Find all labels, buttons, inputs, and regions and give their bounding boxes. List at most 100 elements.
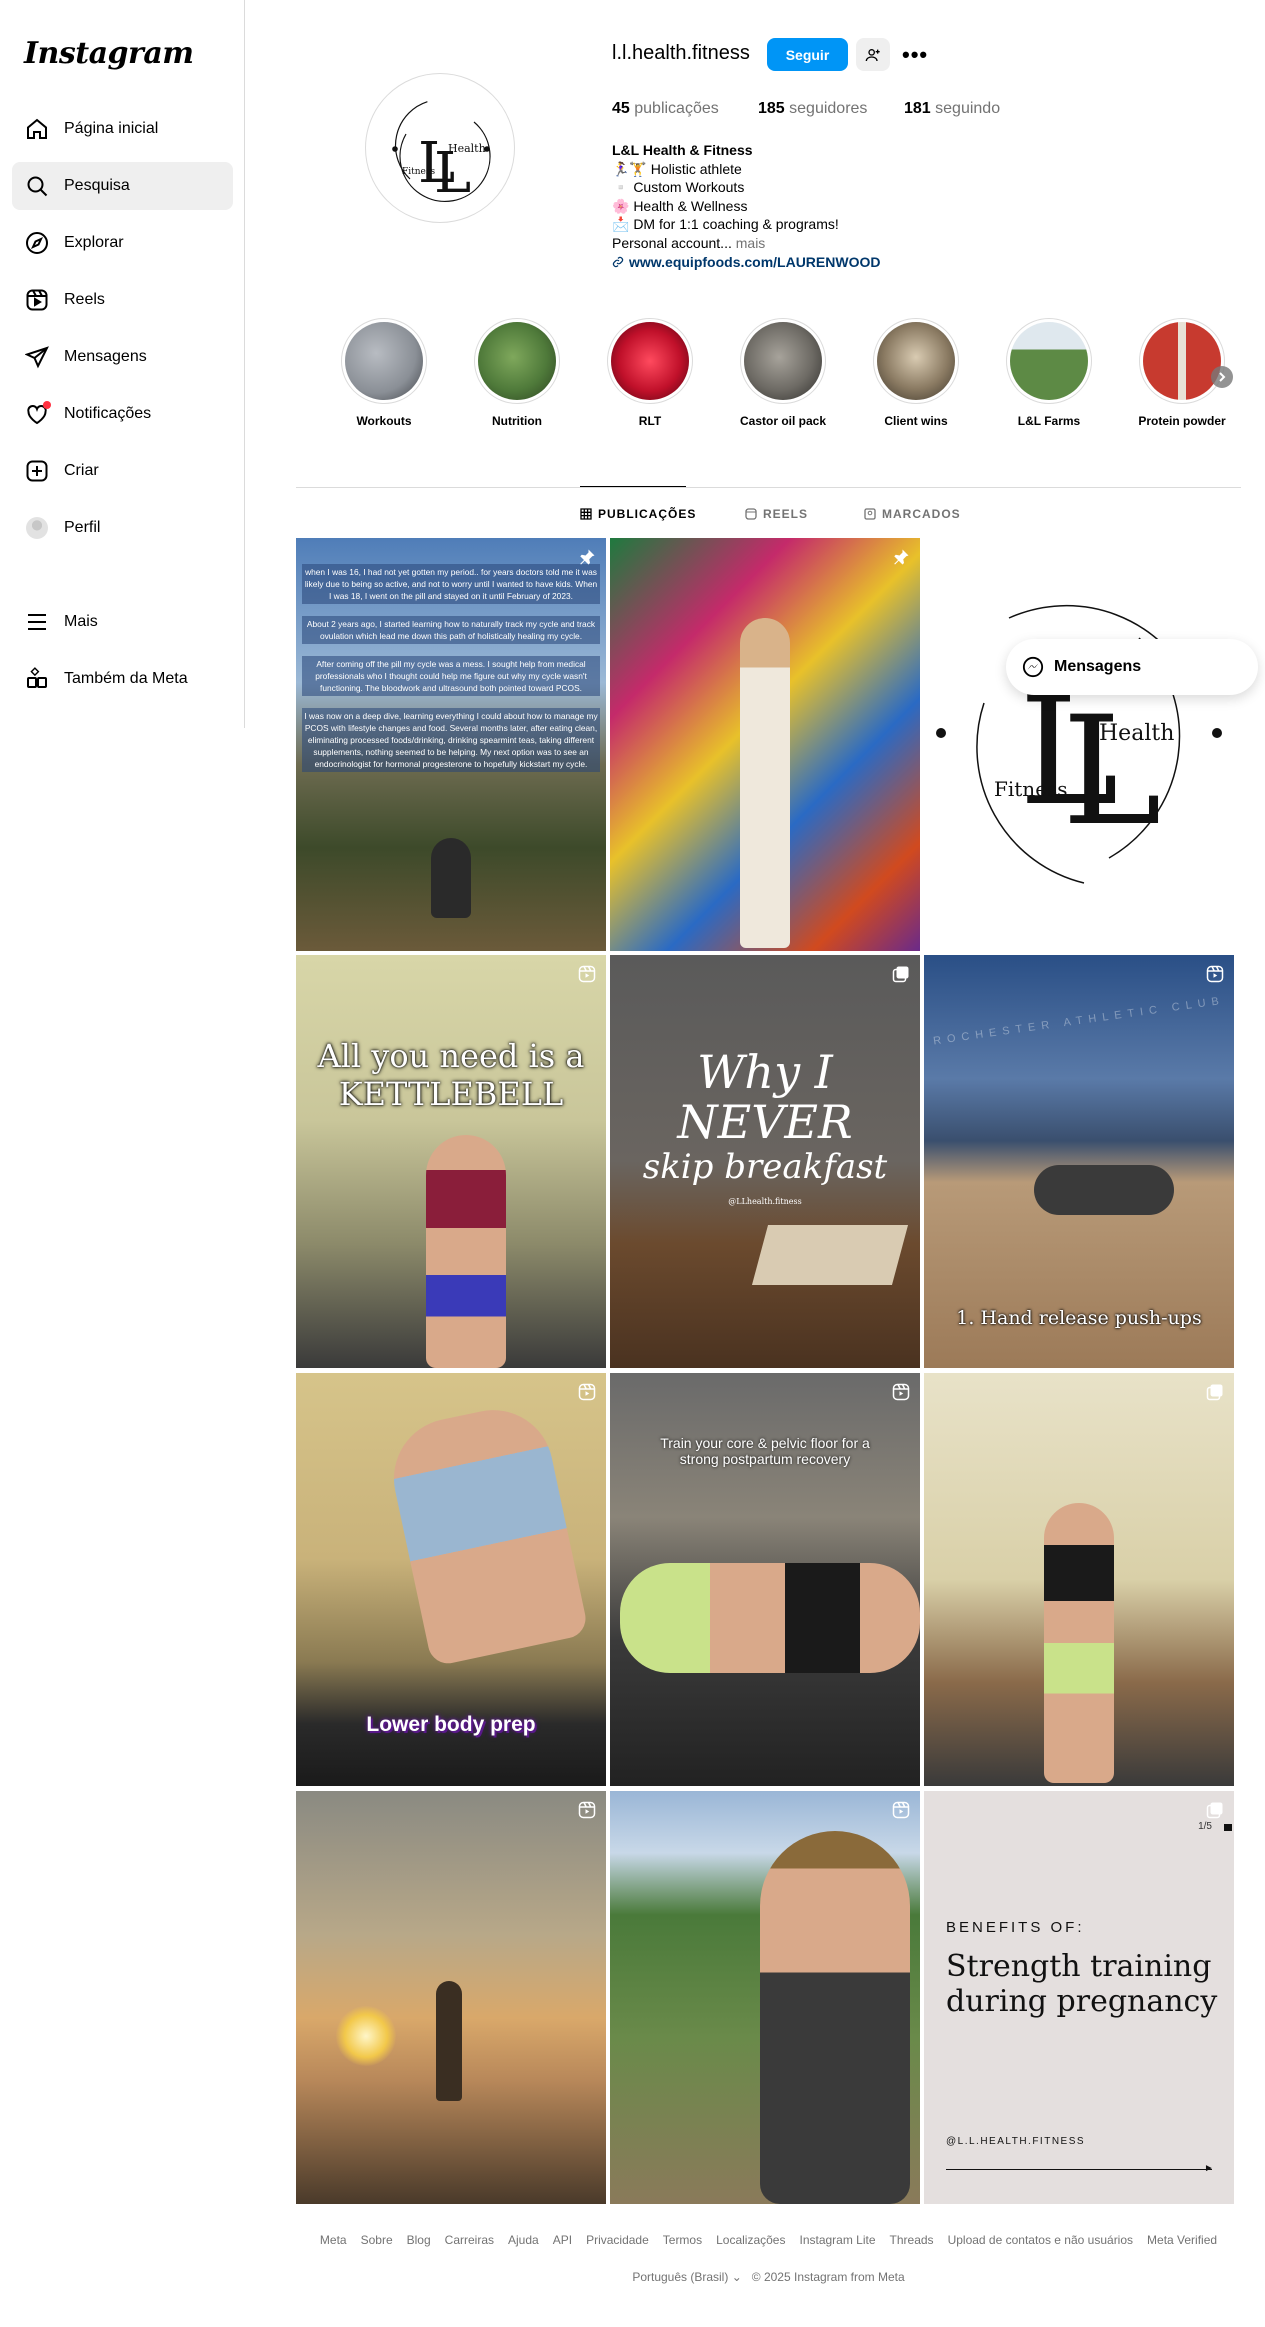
highlight-castor-oil[interactable]: Castor oil pack bbox=[728, 318, 838, 428]
highlight-nutrition[interactable]: Nutrition bbox=[462, 318, 572, 428]
footer-link[interactable]: Ajuda bbox=[508, 2233, 539, 2247]
footer-link[interactable]: Instagram Lite bbox=[799, 2233, 875, 2247]
profile-username: l.l.health.fitness bbox=[612, 42, 750, 64]
post-7[interactable]: Lower body prep bbox=[296, 1373, 606, 1786]
highlight-client-wins[interactable]: Client wins bbox=[861, 318, 971, 428]
nav-label: Explorar bbox=[64, 234, 124, 251]
nav-reels[interactable]: Reels bbox=[12, 276, 233, 324]
footer-link[interactable]: Meta bbox=[320, 2233, 347, 2247]
highlight-label: Workouts bbox=[356, 414, 412, 428]
post-11[interactable] bbox=[610, 1791, 920, 2204]
footer-link[interactable]: Localizações bbox=[716, 2233, 785, 2247]
stat-count: 181 bbox=[904, 100, 931, 117]
meta-apps-icon bbox=[24, 666, 50, 692]
footer-link[interactable]: Privacidade bbox=[586, 2233, 649, 2247]
highlight-cover bbox=[744, 322, 822, 400]
compass-icon bbox=[24, 230, 50, 256]
post-4[interactable]: All you need is a KETTLEBELL bbox=[296, 955, 606, 1368]
stat-following[interactable]: 181 seguindo bbox=[904, 100, 1000, 118]
footer-link[interactable]: Termos bbox=[663, 2233, 702, 2247]
highlight-rlt[interactable]: RLT bbox=[595, 318, 705, 428]
highlight-ring bbox=[341, 318, 427, 404]
nav-label: Reels bbox=[64, 291, 105, 308]
highlight-cover bbox=[345, 322, 423, 400]
link-icon bbox=[612, 256, 624, 267]
nav-also-from-meta[interactable]: Também da Meta bbox=[12, 655, 233, 703]
post-caption: 1. Hand release push-ups bbox=[956, 1307, 1202, 1329]
footer-link[interactable]: API bbox=[553, 2233, 572, 2247]
nav-create[interactable]: Criar bbox=[12, 447, 233, 495]
post-12[interactable]: 1/5 BENEFITS OF: Strength training durin… bbox=[924, 1791, 1234, 2204]
svg-text:L: L bbox=[1062, 685, 1162, 859]
nav-label: Mensagens bbox=[64, 348, 147, 365]
highlight-ring bbox=[1006, 318, 1092, 404]
post-tray bbox=[751, 1225, 909, 1285]
nav-profile[interactable]: Perfil bbox=[12, 504, 233, 552]
post-6[interactable]: ROCHESTER ATHLETIC CLUB 1. Hand release … bbox=[924, 955, 1234, 1368]
highlight-cover bbox=[1010, 322, 1088, 400]
nav-search[interactable]: Pesquisa bbox=[12, 162, 233, 210]
bio-external-link[interactable]: www.equipfoods.com/LAURENWOOD bbox=[612, 253, 880, 272]
footer-link[interactable]: Upload de contatos e não usuários bbox=[948, 2233, 1133, 2247]
highlight-cover bbox=[1143, 322, 1221, 400]
post-text-overlay: when I was 16, I had not yet gotten my p… bbox=[302, 564, 600, 772]
tab-active-indicator bbox=[580, 486, 686, 487]
bio-name: L&L Health & Fitness bbox=[612, 142, 753, 158]
brand-logo: L L Health Fitness bbox=[392, 101, 491, 206]
nav-notifications[interactable]: Notificações bbox=[12, 390, 233, 438]
slide-title-line: during pregnancy bbox=[946, 1984, 1218, 2019]
footer-link[interactable]: Carreiras bbox=[445, 2233, 494, 2247]
slide-arrow-line bbox=[946, 2169, 1212, 2170]
reels-icon bbox=[24, 287, 50, 313]
nav-messages[interactable]: Mensagens bbox=[12, 333, 233, 381]
stat-posts[interactable]: 45 publicações bbox=[612, 100, 719, 118]
messages-floating-button[interactable]: Mensagens bbox=[1006, 639, 1258, 695]
bio-link-text: www.equipfoods.com/LAURENWOOD bbox=[629, 253, 881, 270]
tab-tagged[interactable]: MARCADOS bbox=[864, 507, 961, 521]
highlight-farms[interactable]: L&L Farms bbox=[994, 318, 1104, 428]
menu-icon bbox=[24, 609, 50, 635]
post-caption-line: skip breakfast bbox=[642, 1147, 888, 1187]
sidebar: Instagram Página inicial Pesquisa Explor… bbox=[0, 0, 245, 728]
tab-reels[interactable]: REELS bbox=[745, 507, 808, 521]
nav-home[interactable]: Página inicial bbox=[12, 105, 233, 153]
post-10[interactable] bbox=[296, 1791, 606, 2204]
post-9[interactable] bbox=[924, 1373, 1234, 1786]
post-3[interactable]: L L Health Fitness bbox=[924, 538, 1234, 951]
grid-icon bbox=[580, 508, 592, 520]
follow-button[interactable]: Seguir bbox=[767, 38, 848, 71]
tab-label: REELS bbox=[763, 507, 809, 521]
post-5[interactable]: Why I NEVER skip breakfast @LLhealth.fit… bbox=[610, 955, 920, 1368]
more-options-icon[interactable]: ••• bbox=[902, 42, 928, 68]
profile-bio: L&L Health & Fitness 🏃‍♀️🏋️ Holistic ath… bbox=[612, 141, 880, 271]
footer-link[interactable]: Blog bbox=[407, 2233, 431, 2247]
reel-icon bbox=[578, 1801, 596, 1819]
plus-square-icon bbox=[24, 458, 50, 484]
nav-explore[interactable]: Explorar bbox=[12, 219, 233, 267]
highlights-next-button[interactable] bbox=[1211, 366, 1233, 388]
footer-link[interactable]: Meta Verified bbox=[1147, 2233, 1217, 2247]
nav-label: Também da Meta bbox=[64, 670, 188, 687]
instagram-logo[interactable]: Instagram bbox=[24, 36, 194, 71]
reel-icon bbox=[892, 1383, 910, 1401]
suggested-accounts-button[interactable] bbox=[856, 38, 890, 71]
post-1[interactable]: when I was 16, I had not yet gotten my p… bbox=[296, 538, 606, 951]
slide-marker bbox=[1224, 1824, 1232, 1831]
post-figure bbox=[1034, 1165, 1174, 1215]
tab-posts[interactable]: PUBLICAÇÕES bbox=[580, 507, 696, 521]
stat-followers[interactable]: 185 seguidores bbox=[758, 100, 867, 118]
bio-more-link[interactable]: mais bbox=[736, 235, 766, 251]
language-selector[interactable]: Português (Brasil) ⌄ bbox=[632, 2270, 741, 2284]
nav-more[interactable]: Mais bbox=[12, 598, 233, 646]
highlight-cover bbox=[478, 322, 556, 400]
post-figure bbox=[431, 838, 471, 918]
messenger-icon bbox=[1022, 656, 1044, 678]
footer-link[interactable]: Sobre bbox=[361, 2233, 393, 2247]
post-8[interactable]: Train your core & pelvic floor for a str… bbox=[610, 1373, 920, 1786]
highlight-workouts[interactable]: Workouts bbox=[329, 318, 439, 428]
add-person-icon bbox=[865, 48, 880, 61]
footer-link[interactable]: Threads bbox=[890, 2233, 934, 2247]
chevron-right-icon bbox=[1219, 372, 1226, 382]
post-2[interactable] bbox=[610, 538, 920, 951]
profile-picture[interactable]: L L Health Fitness bbox=[365, 73, 515, 223]
